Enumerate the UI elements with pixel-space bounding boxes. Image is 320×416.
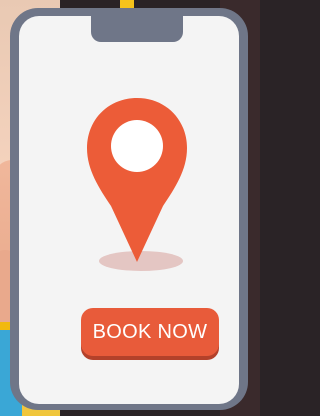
phone-frame: BOOK NOW bbox=[10, 8, 248, 410]
phone-screen: BOOK NOW bbox=[19, 16, 239, 404]
location-pin-graphic bbox=[83, 96, 191, 281]
location-pin-icon bbox=[87, 98, 187, 262]
phone-notch bbox=[91, 16, 183, 42]
book-now-button[interactable]: BOOK NOW bbox=[81, 308, 219, 356]
